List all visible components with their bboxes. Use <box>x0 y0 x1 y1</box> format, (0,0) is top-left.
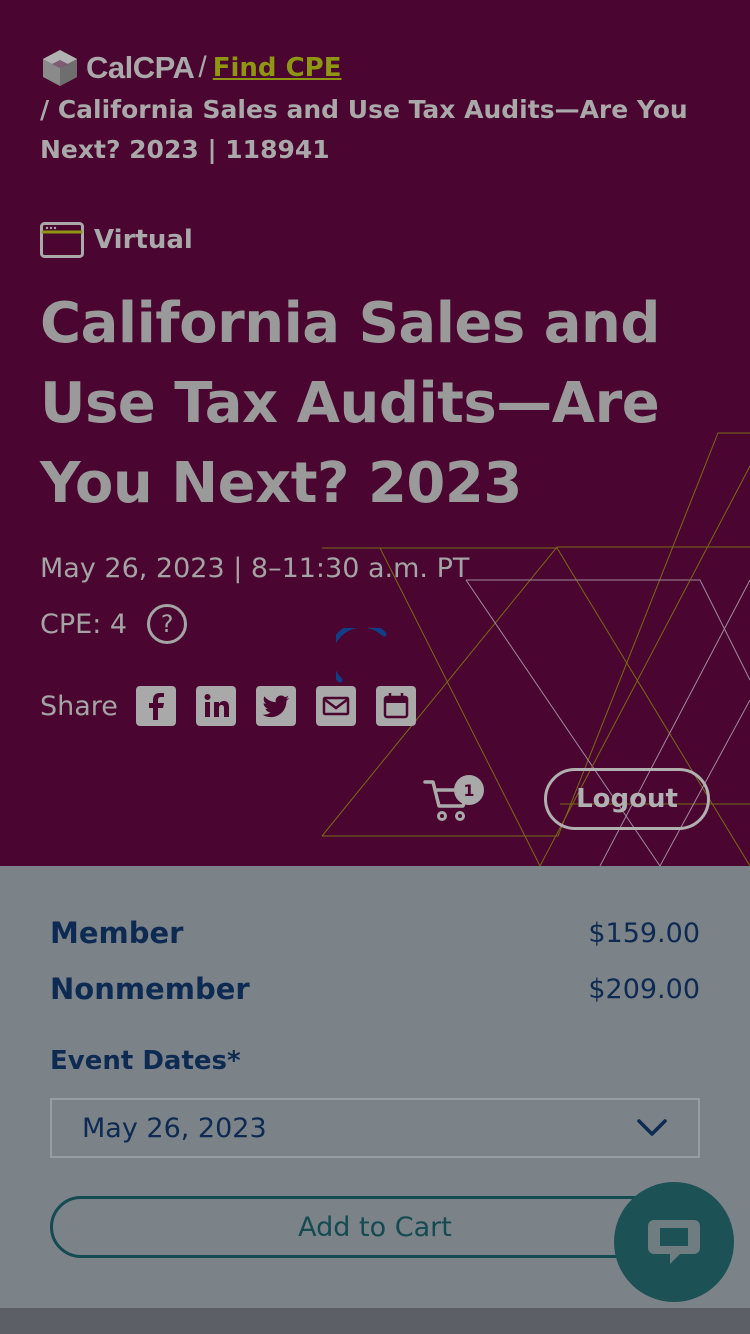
price-label-nonmember: Nonmember <box>50 972 250 1006</box>
email-icon[interactable] <box>315 686 356 726</box>
help-icon[interactable]: ? <box>147 604 188 644</box>
event-date-time: May 26, 2023 | 8–11:30 a.m. PT <box>40 553 470 584</box>
breadcrumb: CalCPA / Find CPE / California Sales and… <box>40 48 720 170</box>
format-label: Virtual <box>94 225 193 255</box>
price-value-nonmember: $209.00 <box>588 973 700 1005</box>
chat-button[interactable] <box>614 1182 734 1302</box>
calendar-icon[interactable] <box>375 686 416 726</box>
price-row-nonmember: Nonmember $209.00 <box>50 972 700 1006</box>
calcpa-logo-icon <box>43 50 77 86</box>
facebook-icon[interactable] <box>135 686 176 726</box>
event-dates-select[interactable]: May 26, 2023 <box>50 1098 700 1158</box>
cart-count-badge: 1 <box>454 775 484 805</box>
cpe-info: CPE: 4 ? <box>40 604 188 644</box>
breadcrumb-separator: / <box>198 51 207 84</box>
event-title: California Sales and Use Tax Audits—Are … <box>40 291 660 516</box>
breadcrumb-current: / California Sales and Use Tax Audits—Ar… <box>40 95 688 164</box>
chat-bubble-icon <box>648 1220 700 1264</box>
loading-spinner-icon <box>336 628 387 683</box>
price-label-member: Member <box>50 916 184 950</box>
browser-window-icon <box>40 222 84 258</box>
price-value-member: $159.00 <box>588 917 700 949</box>
cpe-label: CPE: 4 <box>40 608 128 640</box>
share-bar: Share <box>40 686 436 726</box>
event-hero: CalCPA / Find CPE / California Sales and… <box>0 0 750 866</box>
event-dates-label: Event Dates* <box>50 1046 241 1076</box>
logo-text[interactable]: CalCPA <box>86 50 195 86</box>
breadcrumb-link-find-cpe[interactable]: Find CPE <box>213 53 342 83</box>
price-row-member: Member $159.00 <box>50 916 700 950</box>
selected-date: May 26, 2023 <box>82 1112 267 1144</box>
add-to-cart-button[interactable]: Add to Cart <box>50 1196 700 1258</box>
linkedin-icon[interactable] <box>195 686 236 726</box>
event-format: Virtual <box>40 222 193 258</box>
logout-button[interactable]: Logout <box>544 768 710 830</box>
chevron-down-icon <box>637 1119 667 1136</box>
twitter-icon[interactable] <box>255 686 296 726</box>
share-label: Share <box>40 690 118 722</box>
